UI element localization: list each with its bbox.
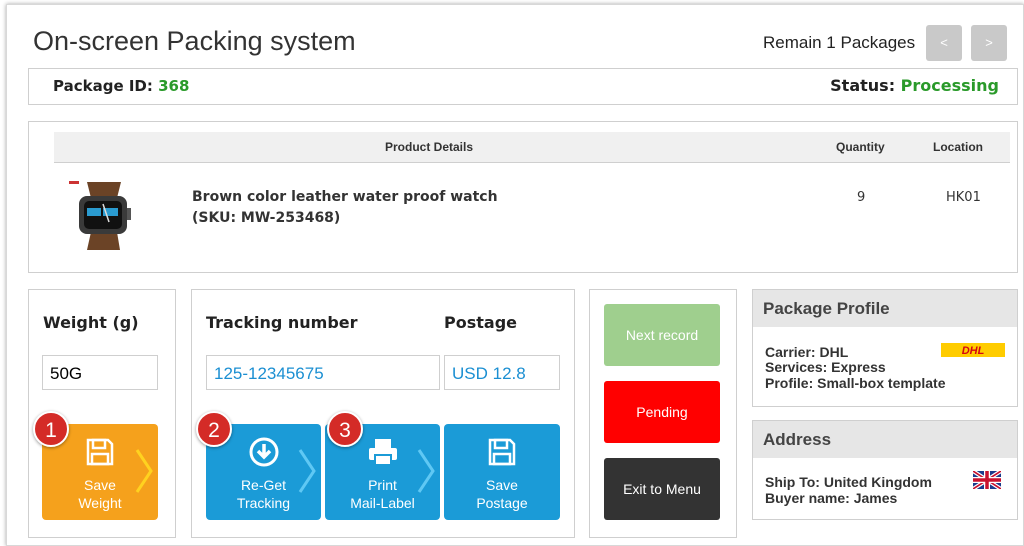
package-info-bar: Package ID: 368 Status: Processing (28, 68, 1018, 105)
profile-text: Profile: Small-box template (765, 375, 946, 391)
product-name: Brown color leather water proof watch (S… (192, 187, 498, 229)
buyer-name-text: Buyer name: James (765, 490, 898, 506)
pending-button[interactable]: Pending (604, 381, 720, 443)
carrier-text: Carrier: DHL (765, 344, 849, 360)
table-header: Product Details Quantity Location (54, 132, 1010, 163)
product-quantity: 9 (857, 190, 866, 205)
chevron-right-icon (417, 449, 435, 493)
dhl-logo: DHL (941, 343, 1005, 357)
product-table: Product Details Quantity Location Brown … (28, 121, 1018, 273)
column-location: Location (933, 140, 983, 154)
svg-text:DHL: DHL (962, 345, 985, 357)
ship-to-text: Ship To: United Kingdom (765, 474, 932, 490)
step-3-badge: 3 (327, 411, 363, 447)
package-id-value: 368 (158, 77, 190, 95)
services-text: Services: Express (765, 359, 886, 375)
next-record-button[interactable]: Next record (604, 304, 720, 366)
package-profile-title: Package Profile (753, 290, 1017, 327)
weight-label: Weight (g) (43, 313, 139, 332)
tracking-number-input[interactable]: 125-12345675 (206, 355, 440, 390)
exit-to-menu-button[interactable]: Exit to Menu (604, 458, 720, 520)
chevron-right-icon (135, 449, 153, 493)
package-id: Package ID: 368 (53, 77, 190, 95)
address-panel: Address Ship To: United Kingdom Buyer na… (752, 420, 1018, 520)
package-profile-panel: Package Profile Carrier: DHL Services: E… (752, 289, 1018, 407)
step-1-badge: 1 (33, 411, 69, 447)
remaining-packages-text: Remain 1 Packages (763, 33, 916, 52)
previous-package-button[interactable]: < (926, 25, 962, 61)
chevron-right-icon (298, 449, 316, 493)
page-title: On-screen Packing system (33, 26, 356, 56)
uk-flag-icon (973, 471, 1001, 489)
step-2-badge: 2 (196, 411, 232, 447)
watch-image (65, 178, 141, 252)
status-value: Processing (900, 76, 999, 95)
tracking-number-label: Tracking number (206, 313, 358, 332)
save-icon (444, 436, 560, 472)
postage-label: Postage (444, 313, 517, 332)
column-product-details: Product Details (385, 140, 474, 154)
address-title: Address (753, 421, 1017, 458)
postage-input[interactable]: USD 12.8 (444, 355, 560, 390)
weight-input[interactable]: 50G (42, 355, 158, 390)
column-quantity: Quantity (836, 140, 885, 154)
next-package-button[interactable]: > (971, 25, 1007, 61)
product-sku: (SKU: MW-253468) (192, 210, 341, 226)
save-postage-button[interactable]: Save Postage (444, 424, 560, 520)
product-location: HK01 (946, 190, 981, 205)
package-status: Status: Processing (830, 76, 999, 95)
